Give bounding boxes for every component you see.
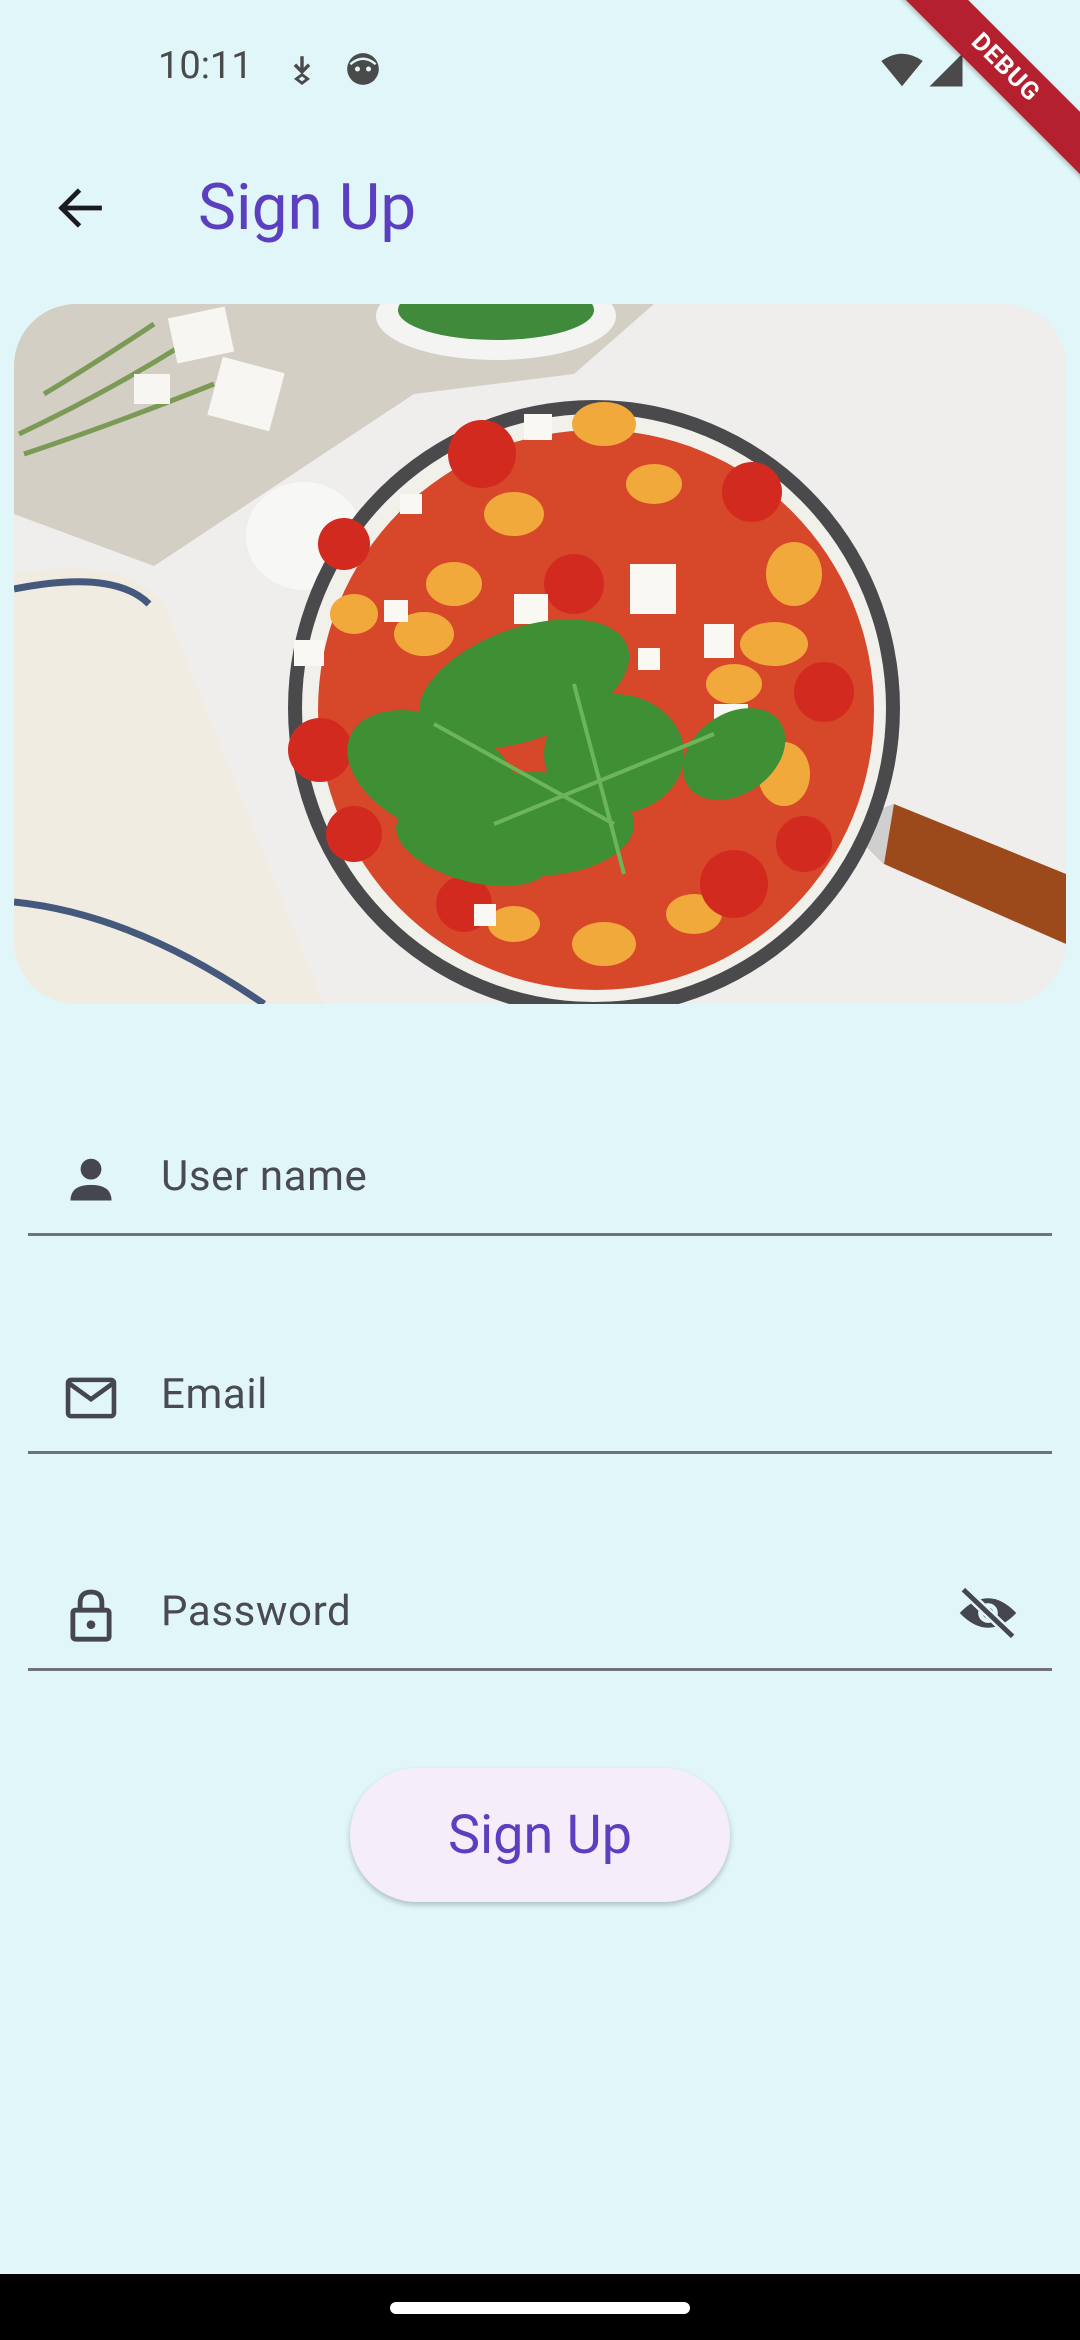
page-title: Sign Up [198, 170, 417, 245]
email-underline [28, 1451, 1052, 1454]
download-icon [285, 50, 319, 92]
email-label: Email [161, 1370, 268, 1419]
mail-icon [62, 1369, 120, 1427]
sign-up-button[interactable]: Sign Up [350, 1768, 730, 1902]
back-button[interactable] [44, 172, 116, 244]
password-field[interactable]: Password [28, 1541, 1052, 1671]
status-time: 10:11 [158, 44, 253, 88]
password-underline [28, 1668, 1052, 1671]
app-bar: Sign Up [0, 140, 1080, 280]
hero-food-image [14, 304, 1066, 1004]
password-label: Password [161, 1587, 352, 1636]
lock-icon [62, 1586, 120, 1644]
signal-icon [928, 52, 964, 92]
username-field[interactable]: User name [28, 1106, 1052, 1236]
arrow-back-icon [58, 188, 102, 228]
username-underline [28, 1233, 1052, 1236]
wifi-icon [880, 52, 924, 92]
person-icon [62, 1151, 120, 1209]
face-icon [344, 50, 382, 92]
email-field[interactable]: Email [28, 1324, 1052, 1454]
username-label: User name [161, 1152, 368, 1201]
visibility-off-icon[interactable] [956, 1585, 1020, 1641]
status-bar: 10:11 [0, 0, 1080, 140]
home-indicator[interactable] [390, 2302, 690, 2314]
